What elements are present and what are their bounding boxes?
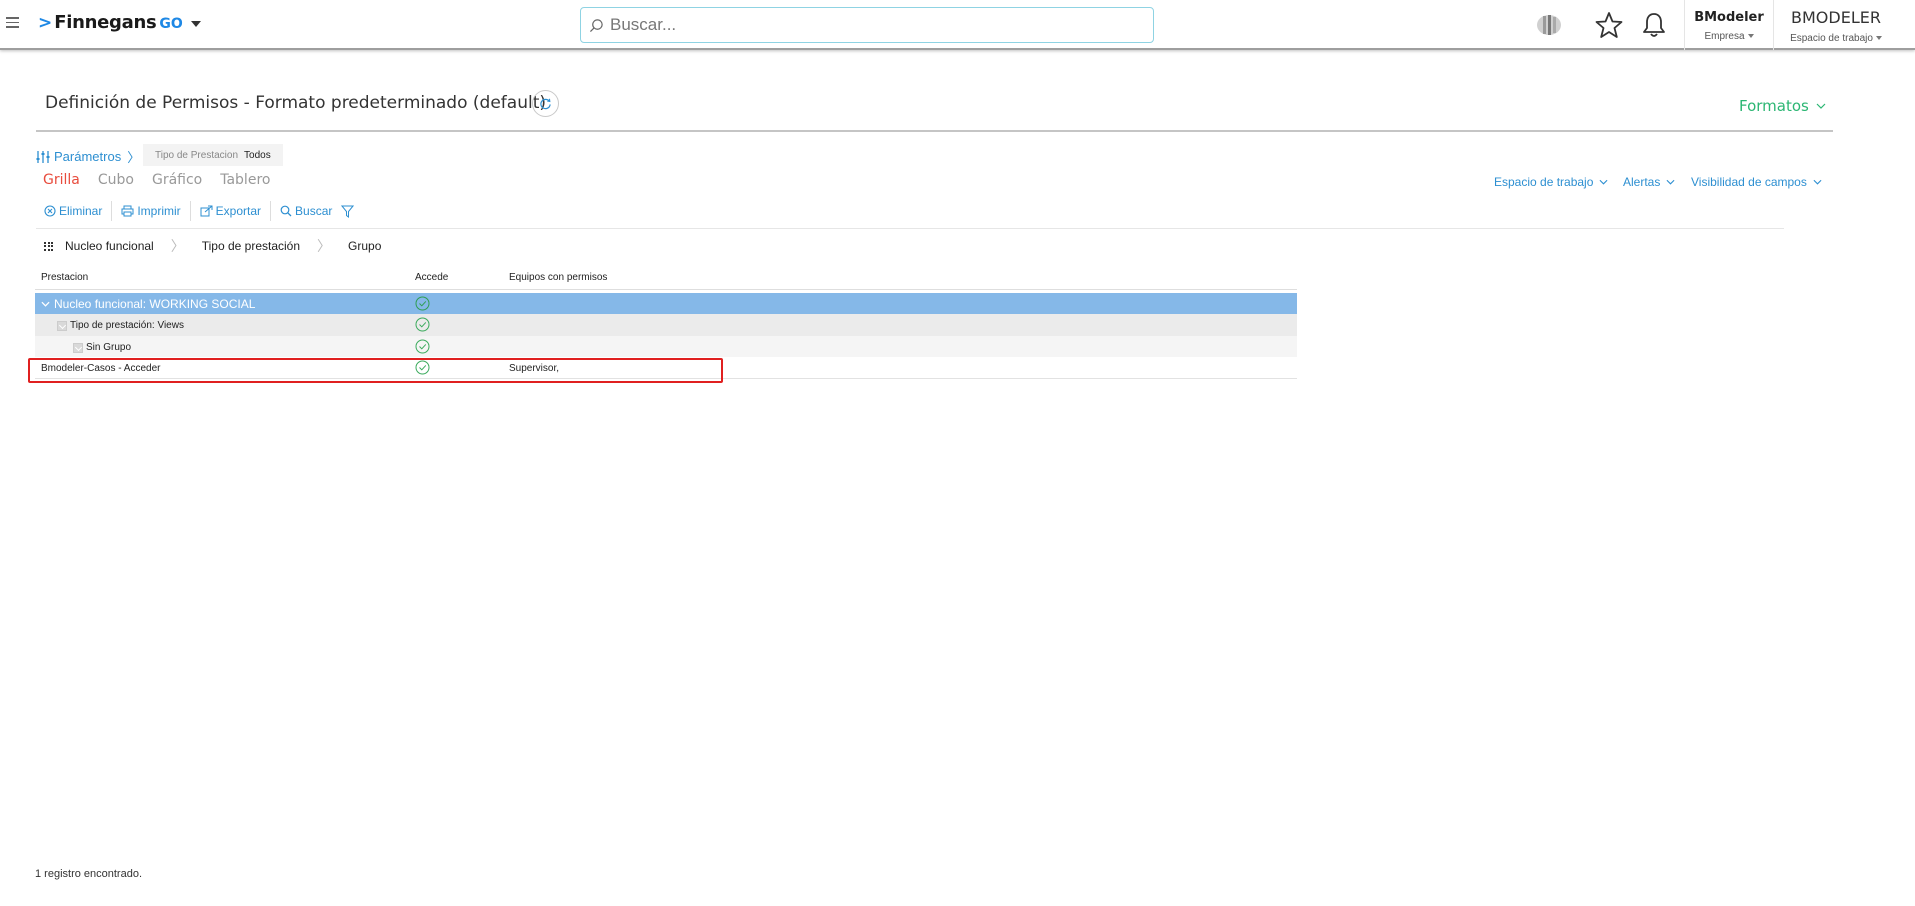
cell-equipos: Supervisor, <box>509 363 560 374</box>
grid-header: Prestacion Accede Equipos con permisos <box>35 265 1297 290</box>
delete-label: Eliminar <box>59 204 103 218</box>
action-toolbar: Eliminar Imprimir Exportar Buscar <box>44 201 366 221</box>
tab-board[interactable]: Tablero <box>220 172 270 188</box>
workspace-selector[interactable]: BMODELER Espacio de trabajo <box>1773 0 1898 50</box>
parameters-button[interactable]: Parámetros 〉 <box>36 147 140 166</box>
sliders-icon <box>36 150 50 163</box>
search-button[interactable]: Buscar <box>280 204 341 218</box>
data-grid: Prestacion Accede Equipos con permisos N… <box>35 265 1297 379</box>
alerts-link-label: Alertas <box>1623 175 1661 189</box>
group-label: Sin Grupo <box>86 342 132 353</box>
formats-dropdown[interactable]: Formatos <box>1739 97 1826 115</box>
parameter-chip-key: Tipo de Prestacion <box>155 149 239 161</box>
check-circle-icon <box>415 296 430 311</box>
filter-button[interactable] <box>341 205 366 218</box>
column-header-prestacion[interactable]: Prestacion <box>41 272 88 283</box>
external-link-icon <box>200 205 213 217</box>
logo-go: GO <box>159 16 183 32</box>
app-logo[interactable]: > Finnegans GO <box>38 12 201 33</box>
groupby-item[interactable]: Grupo <box>348 239 381 253</box>
search-input[interactable] <box>610 15 1130 35</box>
group-label: Tipo de prestación: Views <box>70 320 184 331</box>
search-label: Buscar <box>295 204 333 218</box>
workspace-name: BMODELER <box>1791 8 1881 27</box>
drag-handle-icon[interactable] <box>44 241 53 251</box>
group-label: Nucleo funcional: WORKING SOCIAL <box>54 297 256 311</box>
chevron-down-icon[interactable] <box>41 301 50 307</box>
logo-chevron-icon: > <box>38 12 53 33</box>
star-icon[interactable] <box>1595 11 1623 39</box>
refresh-button[interactable] <box>532 90 559 117</box>
caret-down-icon <box>1747 34 1754 39</box>
groupby-bar: Nucleo funcional 〉 Tipo de prestación 〉 … <box>44 237 381 255</box>
group-row-level2[interactable]: Tipo de prestación: Views <box>35 314 1297 336</box>
chevron-down-icon <box>1599 179 1608 185</box>
toolbar-divider-line <box>36 228 1784 229</box>
workspace-link[interactable]: Espacio de trabajo <box>1494 175 1608 189</box>
tab-cube[interactable]: Cubo <box>98 172 134 188</box>
check-circle-icon <box>415 317 430 332</box>
tab-chart[interactable]: Gráfico <box>152 172 202 188</box>
bell-icon[interactable] <box>1640 11 1668 39</box>
record-count: 1 registro encontrado. <box>35 868 143 880</box>
delete-circle-icon <box>44 205 56 217</box>
export-label: Exportar <box>215 204 262 218</box>
column-header-equipos[interactable]: Equipos con permisos <box>509 272 607 283</box>
toolbar-divider <box>270 201 272 221</box>
chevron-down-icon[interactable] <box>190 20 201 27</box>
table-row[interactable]: Bmodeler-Casos - Acceder Supervisor, <box>35 357 1297 379</box>
parameters-label: Parámetros <box>54 149 122 164</box>
company-selector[interactable]: BModeler Empresa <box>1684 0 1773 50</box>
global-search[interactable] <box>580 7 1154 43</box>
export-button[interactable]: Exportar <box>200 204 270 218</box>
page-title: Definición de Permisos - Formato predete… <box>45 93 546 113</box>
field-visibility-link[interactable]: Visibilidad de campos <box>1691 175 1822 189</box>
caret-down-icon <box>1875 36 1882 41</box>
cell-prestacion: Bmodeler-Casos - Acceder <box>41 363 161 374</box>
chevron-right-icon: 〉 <box>317 238 332 254</box>
toolbar-divider <box>111 201 113 221</box>
company-label: Empresa <box>1704 31 1745 42</box>
search-icon <box>589 18 603 32</box>
cube-icon[interactable] <box>1535 11 1563 39</box>
alerts-link[interactable]: Alertas <box>1623 175 1675 189</box>
collapse-toggle-icon[interactable] <box>73 342 83 353</box>
toolbar-divider <box>189 201 191 221</box>
workspace-link-label: Espacio de trabajo <box>1494 175 1594 189</box>
chevron-down-icon <box>1666 179 1675 185</box>
hamburger-menu-icon[interactable] <box>6 17 19 29</box>
chevron-down-icon <box>1816 103 1826 109</box>
refresh-icon <box>540 98 551 110</box>
column-header-accede[interactable]: Accede <box>415 272 448 283</box>
chevron-right-icon: 〉 <box>127 150 141 165</box>
groupby-item[interactable]: Nucleo funcional <box>65 239 154 253</box>
view-tabs: Grilla Cubo Gráfico Tablero <box>43 172 288 188</box>
printer-icon <box>121 205 134 217</box>
chevron-right-icon: 〉 <box>170 238 185 254</box>
delete-button[interactable]: Eliminar <box>44 204 111 218</box>
magnifier-icon <box>280 205 292 217</box>
header-divider <box>36 130 1833 132</box>
collapse-toggle-icon[interactable] <box>57 320 67 331</box>
print-label: Imprimir <box>137 204 181 218</box>
field-visibility-label: Visibilidad de campos <box>1691 175 1807 189</box>
filter-icon <box>341 205 355 218</box>
check-circle-icon <box>415 360 430 375</box>
chevron-down-icon <box>1813 179 1822 185</box>
group-row-level1[interactable]: Nucleo funcional: WORKING SOCIAL <box>35 293 1297 314</box>
workspace-label: Espacio de trabajo <box>1790 33 1873 44</box>
parameter-chip[interactable]: Tipo de Prestacion Todos <box>143 144 283 166</box>
tab-grid[interactable]: Grilla <box>43 172 80 188</box>
parameter-chip-value: Todos <box>244 149 271 161</box>
groupby-item[interactable]: Tipo de prestación <box>202 239 300 253</box>
formats-label: Formatos <box>1739 97 1809 115</box>
company-name: BModeler <box>1694 10 1764 25</box>
group-row-level3[interactable]: Sin Grupo <box>35 336 1297 357</box>
print-button[interactable]: Imprimir <box>121 204 189 218</box>
logo-brand: Finnegans <box>54 12 157 33</box>
top-bar: > Finnegans GO BModeler Empresa BMODELER… <box>0 0 1915 50</box>
check-circle-icon <box>415 339 430 354</box>
